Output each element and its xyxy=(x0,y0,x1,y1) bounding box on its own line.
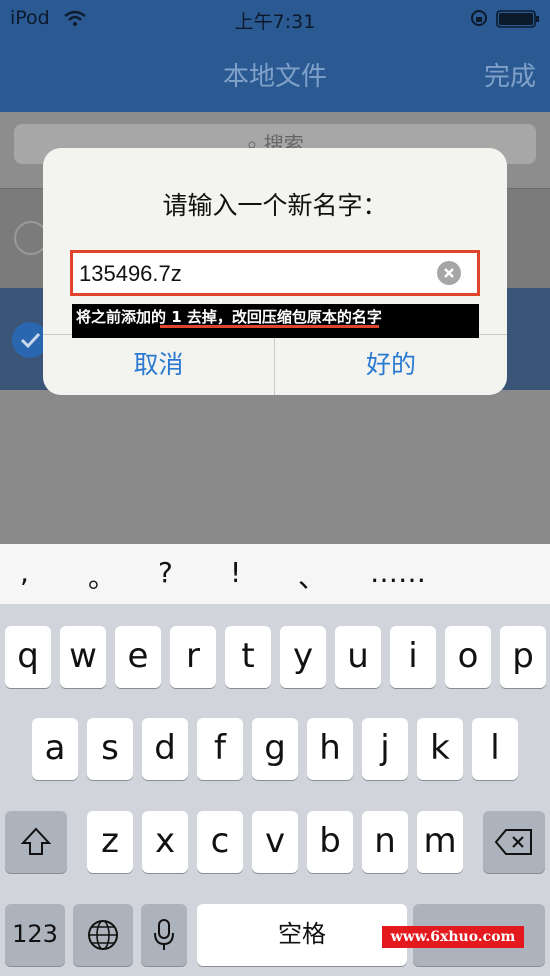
key-t[interactable]: t xyxy=(225,626,271,688)
punct-key[interactable]: …… xyxy=(370,556,426,589)
rename-alert: 请输入一个新名字： 取消 好的 xyxy=(43,148,507,395)
punct-key[interactable]: 、 xyxy=(298,556,326,596)
key-v[interactable]: v xyxy=(252,811,298,873)
clear-text-icon[interactable] xyxy=(437,261,461,285)
watermark: www.6xhuo.com xyxy=(382,926,524,948)
page-title: 本地文件 xyxy=(222,62,327,92)
key-q[interactable]: q xyxy=(5,626,51,688)
globe-key[interactable] xyxy=(73,904,133,966)
key-z[interactable]: z xyxy=(87,811,133,873)
key-d[interactable]: d xyxy=(142,718,188,780)
key-e[interactable]: e xyxy=(115,626,161,688)
punct-key[interactable]: 。 xyxy=(88,556,116,596)
filename-input[interactable] xyxy=(79,260,419,288)
key-b[interactable]: b xyxy=(307,811,353,873)
key-k[interactable]: k xyxy=(417,718,463,780)
navigation-bar: iPod 上午7:31 本地文件 完成 xyxy=(0,0,550,112)
microphone-icon xyxy=(154,919,174,950)
key-y[interactable]: y xyxy=(280,626,326,688)
punctuation-bar: , 。 ? ! 、 …… xyxy=(0,544,550,604)
punct-key[interactable]: ! xyxy=(230,556,241,589)
key-p[interactable]: p xyxy=(500,626,546,688)
annotation-banner: 将之前添加的 1 去掉，改回压缩包原本的名字 xyxy=(72,304,479,338)
key-r[interactable]: r xyxy=(170,626,216,688)
key-i[interactable]: i xyxy=(390,626,436,688)
key-s[interactable]: s xyxy=(87,718,133,780)
key-n[interactable]: n xyxy=(362,811,408,873)
key-h[interactable]: h xyxy=(307,718,353,780)
numbers-key[interactable]: 123 xyxy=(5,904,65,966)
key-m[interactable]: m xyxy=(417,811,463,873)
space-key[interactable]: 空格 xyxy=(197,904,407,966)
filename-input-box xyxy=(70,250,480,296)
ok-button[interactable]: 好的 xyxy=(275,338,507,392)
key-u[interactable]: u xyxy=(335,626,381,688)
annotation-underline xyxy=(160,325,379,328)
punct-key[interactable]: ? xyxy=(158,556,173,589)
key-o[interactable]: o xyxy=(445,626,491,688)
delete-key[interactable] xyxy=(483,811,545,873)
key-l[interactable]: l xyxy=(472,718,518,780)
key-f[interactable]: f xyxy=(197,718,243,780)
backspace-icon xyxy=(494,829,532,855)
dimmed-background xyxy=(0,390,550,544)
punct-key[interactable]: , xyxy=(20,556,29,589)
globe-icon xyxy=(88,920,118,950)
key-w[interactable]: w xyxy=(60,626,106,688)
key-g[interactable]: g xyxy=(252,718,298,780)
microphone-key[interactable] xyxy=(141,904,187,966)
status-time: 上午7:31 xyxy=(234,11,316,33)
battery-icon xyxy=(496,10,539,28)
status-bar: iPod 上午7:31 xyxy=(0,0,550,36)
cancel-button[interactable]: 取消 xyxy=(43,338,274,392)
rotation-lock-icon xyxy=(471,10,487,26)
key-x[interactable]: x xyxy=(142,811,188,873)
key-c[interactable]: c xyxy=(197,811,243,873)
shift-key[interactable] xyxy=(5,811,67,873)
done-button[interactable]: 完成 xyxy=(484,56,536,93)
key-j[interactable]: j xyxy=(362,718,408,780)
shift-icon xyxy=(20,827,52,855)
alert-title: 请输入一个新名字： xyxy=(162,191,388,220)
key-a[interactable]: a xyxy=(32,718,78,780)
